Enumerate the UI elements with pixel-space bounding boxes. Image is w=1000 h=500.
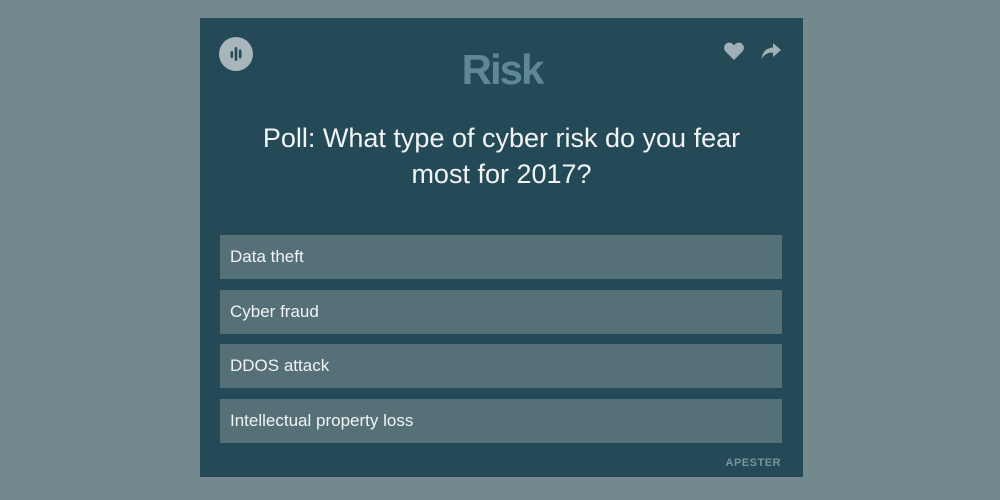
answer-option[interactable]: Data theft	[220, 235, 782, 279]
answer-option[interactable]: Cyber fraud	[220, 289, 782, 334]
share-button[interactable]	[760, 41, 782, 61]
like-button[interactable]	[723, 41, 745, 61]
apester-brand-link[interactable]: APESTER	[726, 457, 781, 469]
answer-option[interactable]: Intellectual property loss	[220, 398, 782, 443]
poll-question: Poll: What type of cyber risk do you fea…	[262, 123, 741, 189]
bar-chart-icon	[230, 47, 242, 61]
risk-logo: Risk	[461, 46, 545, 93]
share-arrow-icon	[761, 43, 781, 59]
heart-icon	[724, 42, 744, 60]
answer-option[interactable]: DDOS attack	[220, 344, 782, 388]
answer-list: Data theft Cyber fraud DDOS attack Intel…	[220, 235, 782, 453]
poll-card: Risk Poll: What type of cyber risk do yo…	[200, 18, 803, 477]
results-button[interactable]	[219, 37, 253, 71]
